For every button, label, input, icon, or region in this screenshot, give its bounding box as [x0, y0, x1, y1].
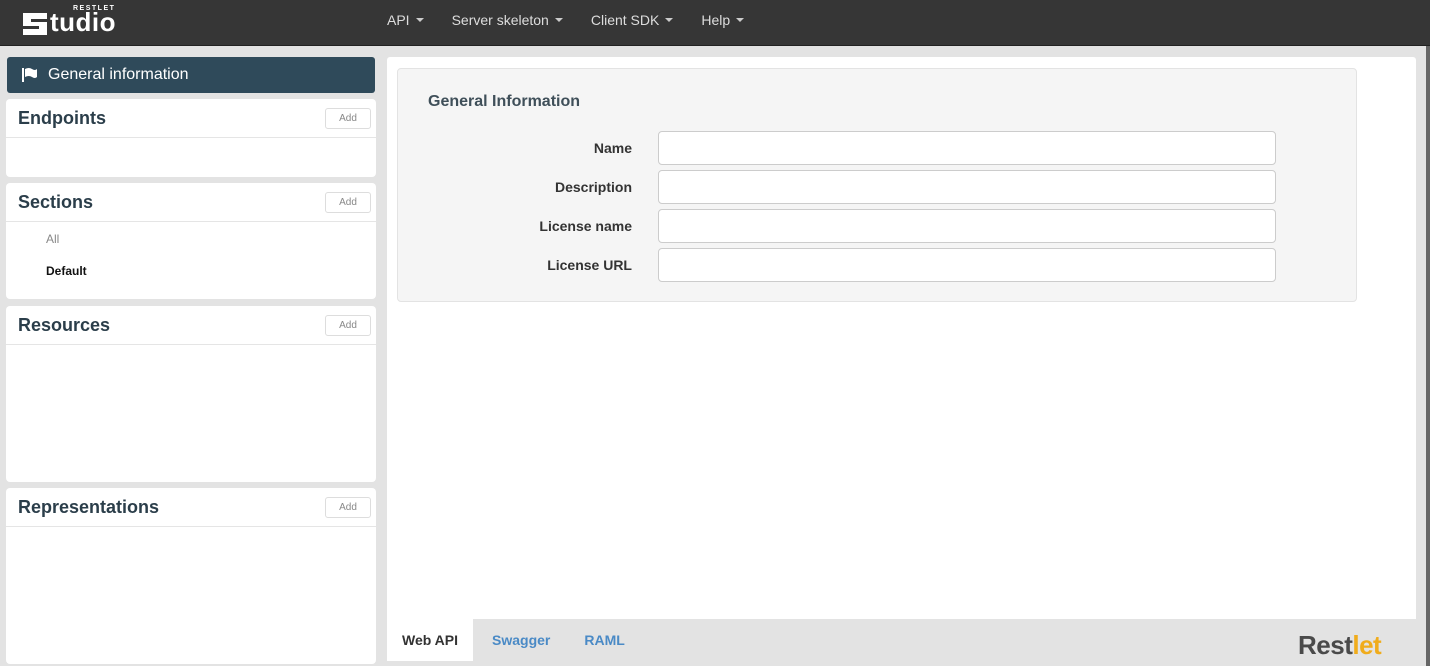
- menu-api[interactable]: API: [373, 0, 438, 40]
- section-item-default[interactable]: Default: [46, 264, 87, 278]
- tab-raml[interactable]: RAML: [569, 619, 639, 661]
- license-name-label: License name: [539, 218, 632, 234]
- name-field[interactable]: [658, 131, 1276, 165]
- general-information-form: General Information Name Description Lic…: [397, 68, 1357, 302]
- license-url-label: License URL: [547, 257, 632, 273]
- format-tabs: Web API Swagger RAML: [387, 619, 644, 666]
- menu-server-skeleton-label: Server skeleton: [451, 12, 549, 28]
- flag-icon: [22, 68, 37, 82]
- chevron-down-icon: [736, 18, 745, 22]
- endpoints-panel: Endpoints Add: [6, 99, 376, 177]
- panel-header: Endpoints Add: [6, 99, 376, 138]
- window-edge: [1426, 46, 1430, 666]
- menu-server-skeleton[interactable]: Server skeleton: [438, 0, 577, 40]
- brand-part-rest: Rest: [1298, 630, 1353, 660]
- sections-panel: Sections Add All Default: [6, 183, 376, 299]
- name-label: Name: [593, 140, 632, 156]
- main-menu: API Server skeleton Client SDK Help: [373, 0, 758, 46]
- restlet-s-logo-icon: [23, 13, 47, 35]
- chevron-down-icon: [415, 18, 424, 22]
- panel-header: Resources Add: [6, 306, 376, 345]
- sidebar-item-general-information[interactable]: General information: [7, 57, 375, 93]
- add-endpoint-button[interactable]: Add: [325, 108, 371, 129]
- panel-title: Sections: [18, 192, 94, 212]
- menu-client-sdk-label: Client SDK: [590, 12, 660, 28]
- representations-panel: Representations Add: [6, 488, 376, 664]
- section-item-all[interactable]: All: [46, 232, 59, 246]
- panel-header: Sections Add: [6, 183, 376, 222]
- restlet-brand-logo: Restlet: [1298, 629, 1382, 661]
- menu-api-label: API: [387, 12, 410, 28]
- tab-web-api[interactable]: Web API: [387, 619, 474, 661]
- panel-title: Endpoints: [18, 108, 106, 128]
- menu-help[interactable]: Help: [687, 0, 758, 40]
- license-url-field[interactable]: [658, 248, 1276, 282]
- brand-part-let: let: [1352, 630, 1382, 660]
- chevron-down-icon: [554, 18, 563, 22]
- sidebar-item-label: General information: [48, 66, 189, 83]
- menu-help-label: Help: [701, 12, 731, 28]
- panel-title: Representations: [18, 497, 160, 517]
- add-representation-button[interactable]: Add: [325, 497, 371, 518]
- license-name-field[interactable]: [658, 209, 1276, 243]
- logo-word: tudio: [50, 7, 117, 37]
- panel-title: Resources: [18, 315, 111, 335]
- resources-panel: Resources Add: [6, 306, 376, 482]
- top-navbar: RESTLET tudio API Server skeleton Client…: [0, 0, 1430, 46]
- menu-client-sdk[interactable]: Client SDK: [577, 0, 687, 40]
- tab-swagger[interactable]: Swagger: [477, 619, 565, 661]
- chevron-down-icon: [665, 18, 674, 22]
- description-field[interactable]: [658, 170, 1276, 204]
- description-label: Description: [554, 179, 632, 195]
- add-resource-button[interactable]: Add: [325, 315, 371, 336]
- panel-header: Representations Add: [6, 488, 376, 527]
- restlet-studio-logo[interactable]: RESTLET tudio: [20, 5, 130, 41]
- add-section-button[interactable]: Add: [325, 192, 371, 213]
- form-title: General Information: [428, 93, 581, 110]
- main-content: General Information Name Description Lic…: [387, 57, 1416, 619]
